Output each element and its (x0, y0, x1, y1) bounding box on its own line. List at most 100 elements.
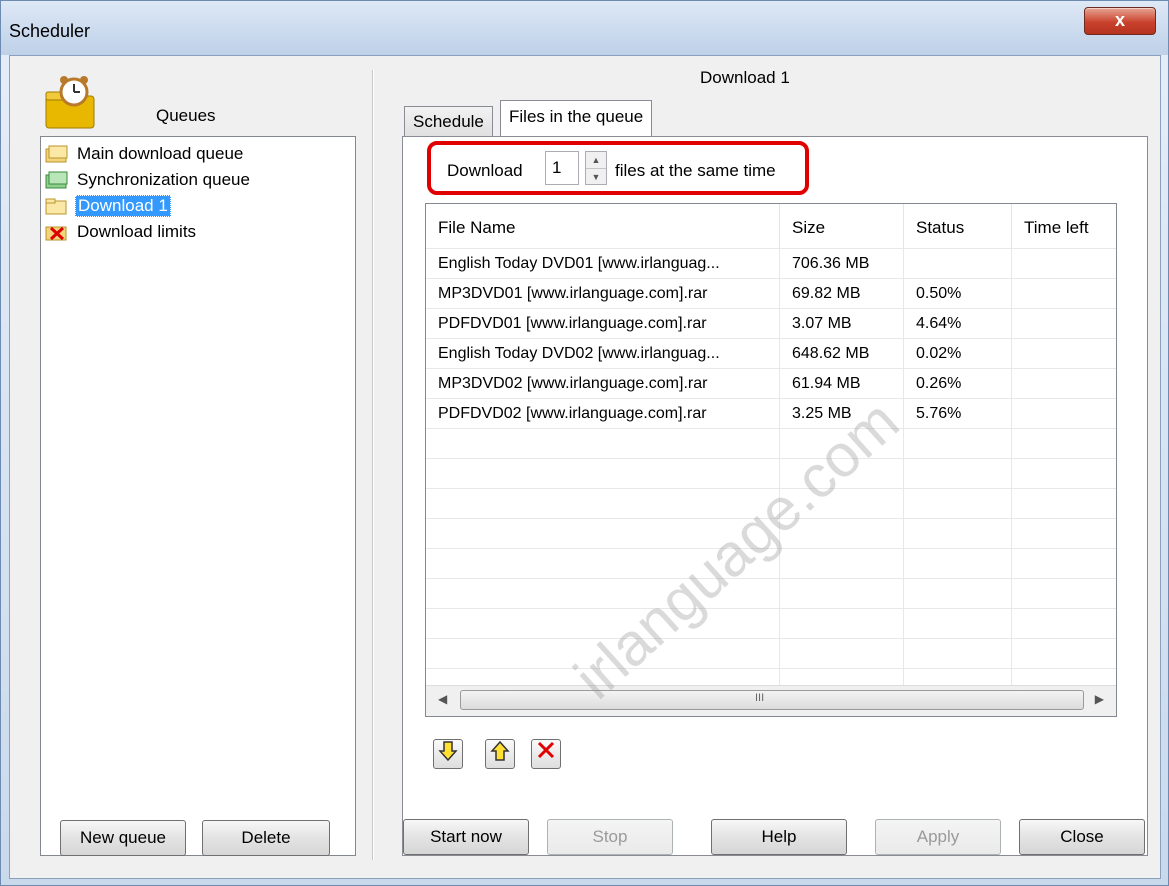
queue-item-main[interactable]: Main download queue (45, 141, 245, 167)
file-status-cell: 0.50% (904, 279, 1012, 309)
file-size-cell (780, 429, 904, 459)
column-header-size[interactable]: Size (780, 204, 904, 248)
tab-files-in-queue[interactable]: Files in the queue (500, 100, 653, 136)
queue-item-label: Main download queue (77, 144, 244, 163)
scheduler-window: Scheduler x Queues Main download queue S… (0, 0, 1169, 886)
scroll-right-icon[interactable]: ▶ (1095, 692, 1104, 706)
files-list[interactable]: File Name Size Status Time left English … (425, 203, 1117, 717)
file-status-cell (904, 249, 1012, 279)
move-up-button[interactable] (485, 739, 515, 769)
empty-row (426, 428, 1116, 459)
download-count-suffix: files at the same time (615, 161, 776, 180)
folder-queue-icon (45, 145, 69, 163)
file-time-left-cell (1012, 279, 1116, 309)
queue-item-label: Download 1 (75, 195, 171, 217)
file-status-cell (904, 609, 1012, 639)
close-window-button[interactable]: x (1084, 7, 1156, 35)
file-name-cell (426, 549, 780, 579)
stop-button[interactable]: Stop (547, 819, 673, 855)
column-header-file-name[interactable]: File Name (426, 204, 780, 248)
file-status-cell: 5.76% (904, 399, 1012, 429)
queue-item-sync[interactable]: Synchronization queue (45, 167, 252, 193)
folder-icon (45, 197, 69, 215)
arrow-down-icon (438, 741, 458, 762)
empty-row (426, 518, 1116, 549)
title-bar[interactable]: Scheduler x (1, 1, 1168, 55)
queue-item-download-limits[interactable]: Download limits (45, 219, 198, 245)
move-down-button[interactable] (433, 739, 463, 769)
file-row[interactable]: MP3DVD02 [www.irlanguage.com].rar 61.94 M… (426, 368, 1116, 399)
delete-queue-button[interactable]: Delete (202, 820, 330, 856)
file-name-cell (426, 489, 780, 519)
arrow-up-icon (490, 740, 510, 761)
queue-list[interactable]: Main download queue Synchronization queu… (40, 136, 356, 856)
spin-up-icon[interactable]: ▲ (586, 152, 606, 169)
new-queue-button[interactable]: New queue (60, 820, 186, 856)
file-name-cell (426, 519, 780, 549)
file-size-cell (780, 549, 904, 579)
file-status-cell (904, 489, 1012, 519)
file-time-left-cell (1012, 609, 1116, 639)
remove-file-button[interactable] (531, 739, 561, 769)
file-row[interactable]: MP3DVD01 [www.irlanguage.com].rar 69.82 M… (426, 278, 1116, 309)
column-header-time-left[interactable]: Time left (1012, 204, 1116, 248)
file-size-cell (780, 489, 904, 519)
scroll-thumb[interactable]: III (460, 690, 1084, 710)
apply-button[interactable]: Apply (875, 819, 1001, 855)
file-size-cell: 61.94 MB (780, 369, 904, 399)
file-row[interactable]: PDFDVD01 [www.irlanguage.com].rar 3.07 MB… (426, 308, 1116, 339)
file-time-left-cell (1012, 489, 1116, 519)
folder-sync-icon (45, 171, 69, 189)
queue-title: Download 1 (700, 68, 790, 87)
file-size-cell (780, 639, 904, 669)
concurrent-downloads-spinner[interactable]: ▲ ▼ (585, 151, 607, 185)
column-header-status[interactable]: Status (904, 204, 1012, 248)
download-limits-icon (45, 223, 69, 241)
file-time-left-cell (1012, 429, 1116, 459)
file-size-cell: 3.25 MB (780, 399, 904, 429)
file-status-cell (904, 459, 1012, 489)
file-time-left-cell (1012, 519, 1116, 549)
file-time-left-cell (1012, 249, 1116, 279)
start-now-button[interactable]: Start now (403, 819, 529, 855)
horizontal-scrollbar[interactable]: ◀ III ▶ (426, 685, 1116, 716)
help-button[interactable]: Help (711, 819, 847, 855)
queue-item-label: Synchronization queue (77, 170, 250, 189)
spin-down-icon[interactable]: ▼ (586, 169, 606, 185)
file-name-cell (426, 459, 780, 489)
empty-row (426, 458, 1116, 489)
scroll-left-icon[interactable]: ◀ (438, 692, 447, 706)
file-size-cell (780, 579, 904, 609)
tab-schedule[interactable]: Schedule (404, 106, 493, 136)
file-time-left-cell (1012, 399, 1116, 429)
file-status-cell: 4.64% (904, 309, 1012, 339)
file-name-cell (426, 579, 780, 609)
file-row[interactable]: English Today DVD02 [www.irlanguag... 648… (426, 338, 1116, 369)
empty-row (426, 638, 1116, 669)
file-name-cell: PDFDVD01 [www.irlanguage.com].rar (426, 309, 780, 339)
file-status-cell (904, 639, 1012, 669)
close-button[interactable]: Close (1019, 819, 1145, 855)
empty-row (426, 608, 1116, 639)
file-row[interactable]: English Today DVD01 [www.irlanguag... 706… (426, 248, 1116, 279)
file-size-cell (780, 459, 904, 489)
delete-x-icon (537, 741, 555, 759)
download-count-prefix: Download (447, 161, 523, 180)
file-time-left-cell (1012, 309, 1116, 339)
file-time-left-cell (1012, 579, 1116, 609)
file-time-left-cell (1012, 639, 1116, 669)
file-name-cell (426, 609, 780, 639)
file-time-left-cell (1012, 339, 1116, 369)
empty-row (426, 548, 1116, 579)
concurrent-downloads-input[interactable]: 1 (545, 151, 579, 185)
file-name-cell (426, 639, 780, 669)
file-status-cell: 0.26% (904, 369, 1012, 399)
file-status-cell (904, 549, 1012, 579)
alarm-clock-folder-icon (45, 76, 95, 129)
queue-item-download-1[interactable]: Download 1 (45, 193, 171, 219)
file-row[interactable]: PDFDVD02 [www.irlanguage.com].rar 3.25 MB… (426, 398, 1116, 429)
file-time-left-cell (1012, 459, 1116, 489)
scroll-grip: III (755, 692, 765, 704)
file-size-cell: 648.62 MB (780, 339, 904, 369)
window-title: Scheduler (9, 21, 91, 41)
